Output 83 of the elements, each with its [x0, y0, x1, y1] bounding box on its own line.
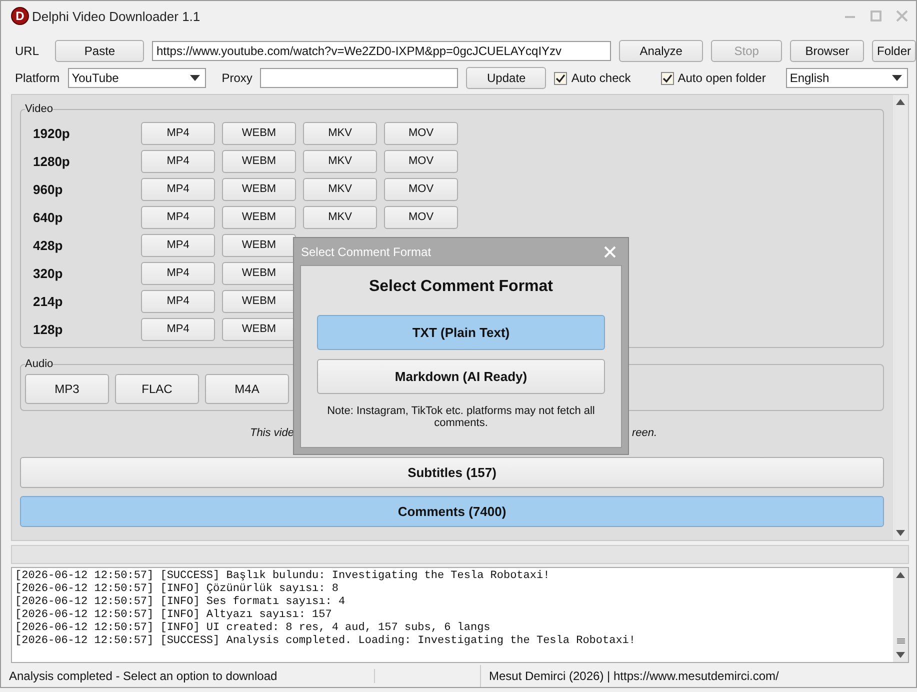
- log-line: [2026-06-12 12:50:57] [INFO] Ses formatı sayısı: 4: [15, 596, 346, 609]
- format-button[interactable]: WEBM: [222, 178, 296, 201]
- scroll-up-icon[interactable]: [896, 99, 905, 106]
- log-line: [2026-06-12 12:50:57] [SUCCESS] Analysis completed. Loading: Investigating the Tesla Robotaxi!: [15, 635, 637, 648]
- audio-format-button[interactable]: MP3: [25, 374, 109, 404]
- format-button[interactable]: WEBM: [222, 262, 296, 285]
- dialog-heading: Select Comment Format: [368, 278, 554, 296]
- format-button[interactable]: MKV: [303, 150, 377, 173]
- audio-group-title: Audio: [25, 358, 54, 370]
- url-label: URL: [15, 44, 40, 58]
- format-button[interactable]: MP4: [141, 178, 215, 201]
- format-button[interactable]: MOV: [384, 178, 458, 201]
- platform-dropdown[interactable]: YouTube: [68, 68, 206, 88]
- proxy-field[interactable]: [260, 68, 458, 88]
- log-line: [2026-06-12 12:50:57] [SUCCESS] Başlık bulundu: Investigating the Tesla Robotaxi!: [15, 570, 551, 583]
- status-credit: Mesut Demirci (2026) | https://www.mesutdemirci.com/: [488, 669, 779, 684]
- format-button[interactable]: MKV: [303, 122, 377, 145]
- log-line: [2026-06-12 12:50:57] [INFO] Altyazı sayısı: 157: [15, 609, 333, 622]
- caret-icon: [190, 75, 200, 82]
- app-logo: D: [11, 7, 29, 26]
- analyze-button[interactable]: Analyze: [619, 40, 703, 62]
- info-note: reen.: [632, 427, 658, 442]
- format-button[interactable]: MKV: [303, 206, 377, 229]
- format-button[interactable]: WEBM: [222, 206, 296, 229]
- format-button[interactable]: WEBM: [222, 234, 296, 257]
- format-button[interactable]: MP4: [141, 290, 215, 313]
- log-line: [2026-06-12 12:50:57] [INFO] UI created: 8 res, 4 aud, 157 subs, 6 langs: [15, 622, 492, 635]
- folder-button[interactable]: Folder: [872, 40, 916, 62]
- format-button[interactable]: MOV: [384, 150, 458, 173]
- resolution-label: 128p: [33, 322, 64, 337]
- resolution-label: 428p: [33, 238, 64, 253]
- format-button[interactable]: WEBM: [222, 290, 296, 313]
- resolution-label: 320p: [33, 266, 64, 281]
- auto-open-folder-checkbox[interactable]: Auto open folder: [660, 71, 766, 86]
- status-message: Analysis completed - Select an option to download: [1, 669, 375, 684]
- info-note: This vide: [248, 427, 294, 442]
- update-button[interactable]: Update: [466, 67, 546, 90]
- resolution-label: 214p: [33, 294, 64, 309]
- proxy-label: Proxy: [222, 71, 252, 86]
- maximize-icon[interactable]: [870, 10, 882, 22]
- format-button[interactable]: MP4: [141, 122, 215, 145]
- format-button[interactable]: MP4: [141, 318, 215, 341]
- log-line: [2026-06-12 12:50:57] [INFO] Çözünürlük sayısı: 8: [15, 583, 340, 596]
- format-button[interactable]: MOV: [384, 122, 458, 145]
- resolution-label: 1280p: [33, 154, 71, 169]
- language-dropdown[interactable]: English: [786, 68, 908, 88]
- check-icon: [555, 72, 566, 84]
- scrollbar[interactable]: [893, 568, 908, 662]
- platform-label: Platform: [15, 71, 60, 86]
- scroll-up-icon[interactable]: [896, 572, 905, 578]
- browser-button[interactable]: Browser: [790, 40, 864, 62]
- paste-button[interactable]: Paste: [55, 40, 144, 62]
- resolution-label: 640p: [33, 210, 64, 225]
- format-option-button[interactable]: Markdown (AI Ready): [317, 359, 605, 394]
- format-button[interactable]: MP4: [141, 262, 215, 285]
- video-group-title: Video: [25, 103, 53, 116]
- dialog-note: Note: Instagram, TikTok etc. platforms may not fetch all comments.: [326, 405, 596, 429]
- audio-format-button[interactable]: M4A: [205, 374, 289, 404]
- format-button[interactable]: MOV: [384, 206, 458, 229]
- check-icon: [662, 72, 673, 84]
- auto-check-checkbox[interactable]: Auto check: [554, 71, 631, 86]
- close-icon[interactable]: [896, 10, 908, 22]
- format-button[interactable]: MP4: [141, 234, 215, 257]
- section-button[interactable]: Subtitles (157): [20, 457, 884, 488]
- caret-icon: [892, 75, 902, 82]
- scroll-down-icon[interactable]: [896, 530, 905, 536]
- scroll-down-icon[interactable]: [896, 652, 905, 658]
- url-field[interactable]: https://www.youtube.com/watch?v=We2ZD0-IXPM&pp=0gcJCUELAYcqIYzv: [152, 40, 612, 61]
- section-button[interactable]: Comments (7400): [20, 496, 884, 528]
- window-title: Delphi Video Downloader 1.1: [32, 8, 200, 24]
- format-button[interactable]: WEBM: [222, 318, 296, 341]
- resolution-label: 1920p: [33, 126, 71, 141]
- dialog-title: Select Comment Format: [301, 244, 432, 258]
- format-button[interactable]: MP4: [141, 206, 215, 229]
- audio-format-button[interactable]: FLAC: [115, 374, 199, 404]
- format-button[interactable]: MKV: [303, 178, 377, 201]
- resolution-label: 960p: [33, 182, 64, 197]
- scrollbar[interactable]: [893, 95, 908, 540]
- format-option-button[interactable]: TXT (Plain Text): [317, 315, 605, 350]
- format-button[interactable]: WEBM: [222, 122, 296, 145]
- grip-icon: [896, 638, 904, 644]
- format-button[interactable]: MP4: [141, 150, 215, 173]
- format-button[interactable]: WEBM: [222, 150, 296, 173]
